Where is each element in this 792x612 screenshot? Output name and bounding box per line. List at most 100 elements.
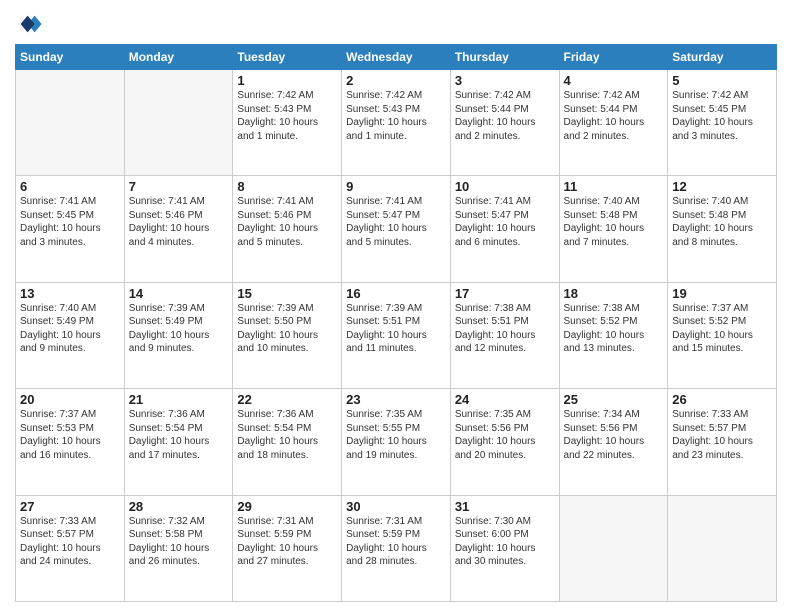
- calendar-table: SundayMondayTuesdayWednesdayThursdayFrid…: [15, 44, 777, 602]
- day-info: Sunrise: 7:38 AMSunset: 5:52 PMDaylight:…: [564, 302, 664, 356]
- logo-icon: [15, 10, 43, 38]
- calendar-cell: 30Sunrise: 7:31 AMSunset: 5:59 PMDayligh…: [342, 495, 451, 601]
- day-info: Sunrise: 7:31 AMSunset: 5:59 PMDaylight:…: [237, 515, 337, 569]
- calendar-cell: 13Sunrise: 7:40 AMSunset: 5:49 PMDayligh…: [16, 282, 125, 388]
- day-info: Sunrise: 7:39 AMSunset: 5:51 PMDaylight:…: [346, 302, 446, 356]
- day-number: 14: [129, 286, 229, 301]
- day-info: Sunrise: 7:40 AMSunset: 5:49 PMDaylight:…: [20, 302, 120, 356]
- day-info: Sunrise: 7:33 AMSunset: 5:57 PMDaylight:…: [672, 408, 772, 462]
- calendar-cell: 29Sunrise: 7:31 AMSunset: 5:59 PMDayligh…: [233, 495, 342, 601]
- day-info: Sunrise: 7:42 AMSunset: 5:43 PMDaylight:…: [346, 89, 446, 143]
- weekday-header-sunday: Sunday: [16, 45, 125, 70]
- weekday-header-saturday: Saturday: [668, 45, 777, 70]
- day-info: Sunrise: 7:41 AMSunset: 5:47 PMDaylight:…: [346, 195, 446, 249]
- day-info: Sunrise: 7:35 AMSunset: 5:55 PMDaylight:…: [346, 408, 446, 462]
- day-info: Sunrise: 7:42 AMSunset: 5:44 PMDaylight:…: [564, 89, 664, 143]
- day-number: 15: [237, 286, 337, 301]
- calendar-cell: 27Sunrise: 7:33 AMSunset: 5:57 PMDayligh…: [16, 495, 125, 601]
- day-number: 12: [672, 179, 772, 194]
- calendar-cell: 6Sunrise: 7:41 AMSunset: 5:45 PMDaylight…: [16, 176, 125, 282]
- day-number: 19: [672, 286, 772, 301]
- day-number: 17: [455, 286, 555, 301]
- day-info: Sunrise: 7:36 AMSunset: 5:54 PMDaylight:…: [129, 408, 229, 462]
- day-info: Sunrise: 7:41 AMSunset: 5:47 PMDaylight:…: [455, 195, 555, 249]
- calendar-cell: 22Sunrise: 7:36 AMSunset: 5:54 PMDayligh…: [233, 389, 342, 495]
- calendar-cell: 21Sunrise: 7:36 AMSunset: 5:54 PMDayligh…: [124, 389, 233, 495]
- day-number: 2: [346, 73, 446, 88]
- day-number: 16: [346, 286, 446, 301]
- day-number: 8: [237, 179, 337, 194]
- day-number: 1: [237, 73, 337, 88]
- day-number: 25: [564, 392, 664, 407]
- day-info: Sunrise: 7:41 AMSunset: 5:45 PMDaylight:…: [20, 195, 120, 249]
- calendar-cell: [16, 70, 125, 176]
- day-info: Sunrise: 7:42 AMSunset: 5:43 PMDaylight:…: [237, 89, 337, 143]
- day-number: 6: [20, 179, 120, 194]
- calendar-cell: 8Sunrise: 7:41 AMSunset: 5:46 PMDaylight…: [233, 176, 342, 282]
- day-number: 3: [455, 73, 555, 88]
- calendar-cell: [124, 70, 233, 176]
- calendar-cell: 26Sunrise: 7:33 AMSunset: 5:57 PMDayligh…: [668, 389, 777, 495]
- calendar-cell: 2Sunrise: 7:42 AMSunset: 5:43 PMDaylight…: [342, 70, 451, 176]
- day-info: Sunrise: 7:42 AMSunset: 5:44 PMDaylight:…: [455, 89, 555, 143]
- day-number: 27: [20, 499, 120, 514]
- day-number: 20: [20, 392, 120, 407]
- week-row-5: 27Sunrise: 7:33 AMSunset: 5:57 PMDayligh…: [16, 495, 777, 601]
- day-number: 28: [129, 499, 229, 514]
- day-number: 22: [237, 392, 337, 407]
- day-number: 26: [672, 392, 772, 407]
- calendar-cell: 17Sunrise: 7:38 AMSunset: 5:51 PMDayligh…: [450, 282, 559, 388]
- calendar-cell: 10Sunrise: 7:41 AMSunset: 5:47 PMDayligh…: [450, 176, 559, 282]
- calendar-cell: 5Sunrise: 7:42 AMSunset: 5:45 PMDaylight…: [668, 70, 777, 176]
- day-info: Sunrise: 7:37 AMSunset: 5:53 PMDaylight:…: [20, 408, 120, 462]
- day-info: Sunrise: 7:32 AMSunset: 5:58 PMDaylight:…: [129, 515, 229, 569]
- day-number: 21: [129, 392, 229, 407]
- calendar-cell: 18Sunrise: 7:38 AMSunset: 5:52 PMDayligh…: [559, 282, 668, 388]
- day-info: Sunrise: 7:33 AMSunset: 5:57 PMDaylight:…: [20, 515, 120, 569]
- weekday-header-tuesday: Tuesday: [233, 45, 342, 70]
- day-number: 11: [564, 179, 664, 194]
- calendar-cell: [668, 495, 777, 601]
- header: [15, 10, 777, 38]
- logo: [15, 10, 47, 38]
- week-row-3: 13Sunrise: 7:40 AMSunset: 5:49 PMDayligh…: [16, 282, 777, 388]
- weekday-header-friday: Friday: [559, 45, 668, 70]
- calendar-cell: 12Sunrise: 7:40 AMSunset: 5:48 PMDayligh…: [668, 176, 777, 282]
- day-info: Sunrise: 7:30 AMSunset: 6:00 PMDaylight:…: [455, 515, 555, 569]
- weekday-header-thursday: Thursday: [450, 45, 559, 70]
- calendar-cell: 31Sunrise: 7:30 AMSunset: 6:00 PMDayligh…: [450, 495, 559, 601]
- calendar-cell: 20Sunrise: 7:37 AMSunset: 5:53 PMDayligh…: [16, 389, 125, 495]
- day-number: 23: [346, 392, 446, 407]
- day-info: Sunrise: 7:37 AMSunset: 5:52 PMDaylight:…: [672, 302, 772, 356]
- day-number: 13: [20, 286, 120, 301]
- calendar-cell: 9Sunrise: 7:41 AMSunset: 5:47 PMDaylight…: [342, 176, 451, 282]
- calendar-cell: 23Sunrise: 7:35 AMSunset: 5:55 PMDayligh…: [342, 389, 451, 495]
- calendar-cell: 24Sunrise: 7:35 AMSunset: 5:56 PMDayligh…: [450, 389, 559, 495]
- weekday-header-wednesday: Wednesday: [342, 45, 451, 70]
- day-number: 7: [129, 179, 229, 194]
- day-number: 31: [455, 499, 555, 514]
- calendar-body: 1Sunrise: 7:42 AMSunset: 5:43 PMDaylight…: [16, 70, 777, 602]
- day-number: 4: [564, 73, 664, 88]
- calendar-cell: [559, 495, 668, 601]
- calendar-cell: 1Sunrise: 7:42 AMSunset: 5:43 PMDaylight…: [233, 70, 342, 176]
- day-info: Sunrise: 7:41 AMSunset: 5:46 PMDaylight:…: [237, 195, 337, 249]
- day-info: Sunrise: 7:42 AMSunset: 5:45 PMDaylight:…: [672, 89, 772, 143]
- calendar-cell: 11Sunrise: 7:40 AMSunset: 5:48 PMDayligh…: [559, 176, 668, 282]
- calendar-cell: 7Sunrise: 7:41 AMSunset: 5:46 PMDaylight…: [124, 176, 233, 282]
- day-info: Sunrise: 7:40 AMSunset: 5:48 PMDaylight:…: [564, 195, 664, 249]
- calendar-cell: 28Sunrise: 7:32 AMSunset: 5:58 PMDayligh…: [124, 495, 233, 601]
- day-number: 10: [455, 179, 555, 194]
- calendar-cell: 4Sunrise: 7:42 AMSunset: 5:44 PMDaylight…: [559, 70, 668, 176]
- page: SundayMondayTuesdayWednesdayThursdayFrid…: [0, 0, 792, 612]
- day-info: Sunrise: 7:36 AMSunset: 5:54 PMDaylight:…: [237, 408, 337, 462]
- weekday-header-monday: Monday: [124, 45, 233, 70]
- day-info: Sunrise: 7:38 AMSunset: 5:51 PMDaylight:…: [455, 302, 555, 356]
- day-info: Sunrise: 7:35 AMSunset: 5:56 PMDaylight:…: [455, 408, 555, 462]
- calendar-cell: 3Sunrise: 7:42 AMSunset: 5:44 PMDaylight…: [450, 70, 559, 176]
- calendar-cell: 16Sunrise: 7:39 AMSunset: 5:51 PMDayligh…: [342, 282, 451, 388]
- day-info: Sunrise: 7:39 AMSunset: 5:50 PMDaylight:…: [237, 302, 337, 356]
- day-number: 29: [237, 499, 337, 514]
- day-info: Sunrise: 7:39 AMSunset: 5:49 PMDaylight:…: [129, 302, 229, 356]
- calendar-cell: 19Sunrise: 7:37 AMSunset: 5:52 PMDayligh…: [668, 282, 777, 388]
